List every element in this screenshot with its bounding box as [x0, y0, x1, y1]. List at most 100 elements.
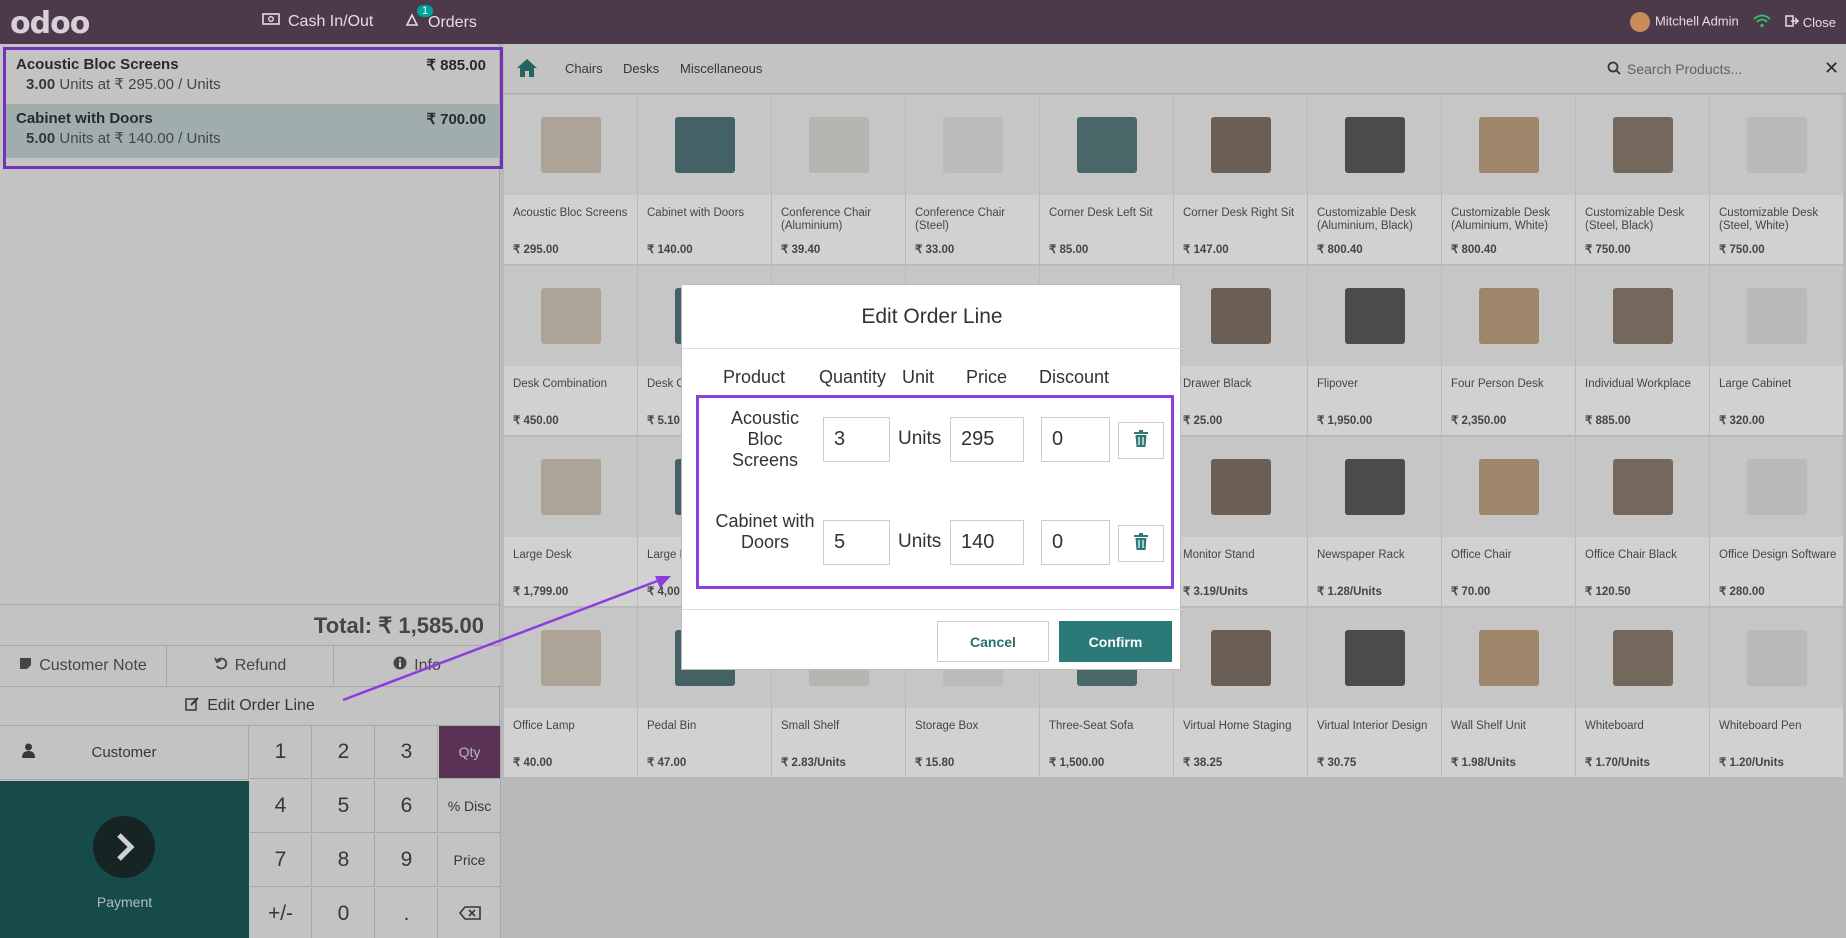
product-price: ₹ 33.00: [915, 244, 955, 256]
numpad-key-0[interactable]: 0: [313, 888, 375, 938]
product-image: [504, 437, 637, 537]
product-card[interactable]: Whiteboard Pen ₹ 1.20/Units: [1710, 608, 1843, 777]
product-card[interactable]: Newspaper Rack ₹ 1.28/Units: [1308, 437, 1441, 606]
product-card[interactable]: Large Cabinet ₹ 320.00: [1710, 266, 1843, 435]
orders-button[interactable]: 1 Orders: [404, 5, 477, 33]
product-card[interactable]: Conference Chair (Aluminium) ₹ 39.40: [772, 95, 905, 264]
quantity-input[interactable]: 5: [823, 520, 890, 565]
product-price: ₹ 4,00: [647, 586, 680, 598]
product-price: ₹ 40.00: [513, 757, 553, 769]
product-card[interactable]: Monitor Stand ₹ 3.19/Units: [1174, 437, 1307, 606]
sign-out-icon: [1785, 14, 1799, 31]
product-card[interactable]: Customizable Desk (Aluminium, White) ₹ 80…: [1442, 95, 1575, 264]
product-card[interactable]: Large Desk ₹ 1,799.00: [504, 437, 637, 606]
clear-search-icon[interactable]: ✕: [1824, 58, 1839, 79]
order-line[interactable]: Acoustic Bloc Screens ₹ 885.00 3.00 Unit…: [6, 50, 500, 104]
numpad-key-7[interactable]: 7: [250, 834, 312, 887]
cash-in-out-button[interactable]: Cash In/Out: [262, 12, 373, 31]
product-card[interactable]: Conference Chair (Steel) ₹ 33.00: [906, 95, 1039, 264]
numpad-key-dot[interactable]: .: [376, 888, 438, 938]
confirm-button[interactable]: Confirm: [1059, 621, 1172, 662]
product-image: [1576, 437, 1709, 537]
product-name: Virtual Home Staging: [1183, 720, 1292, 732]
delete-line-button[interactable]: [1118, 422, 1164, 459]
customer-note-button[interactable]: Customer Note: [0, 646, 167, 685]
payment-button[interactable]: Payment: [0, 781, 249, 938]
discount-input[interactable]: 0: [1041, 417, 1110, 462]
numpad-key-9[interactable]: 9: [376, 834, 438, 887]
numpad-key-plus-minus[interactable]: +/-: [250, 888, 312, 938]
note-icon: [19, 657, 32, 675]
product-card[interactable]: Acoustic Bloc Screens ₹ 295.00: [504, 95, 637, 264]
product-card[interactable]: Office Design Software ₹ 280.00: [1710, 437, 1843, 606]
category-miscellaneous[interactable]: Miscellaneous: [680, 61, 762, 76]
product-name: Conference Chair (Steel): [915, 207, 1006, 232]
product-card[interactable]: Drawer Black ₹ 25.00: [1174, 266, 1307, 435]
undo-icon: [213, 656, 228, 675]
close-button[interactable]: Close: [1785, 14, 1836, 31]
product-card[interactable]: Customizable Desk (Steel, White) ₹ 750.00: [1710, 95, 1843, 264]
edit-order-line-button[interactable]: Edit Order Line: [0, 686, 500, 724]
product-card[interactable]: Corner Desk Right Sit ₹ 147.00: [1174, 95, 1307, 264]
search-box[interactable]: Search Products...: [1599, 52, 1839, 86]
category-chairs[interactable]: Chairs: [565, 61, 603, 76]
customer-button[interactable]: Customer: [0, 726, 249, 780]
search-input[interactable]: Search Products...: [1627, 61, 1742, 77]
order-line-selected[interactable]: Cabinet with Doors ₹ 700.00 5.00 Units a…: [6, 104, 500, 158]
order-line-name: Acoustic Bloc Screens: [16, 56, 179, 73]
product-name: Virtual Interior Design: [1317, 720, 1428, 732]
product-card[interactable]: Virtual Interior Design ₹ 30.75: [1308, 608, 1441, 777]
product-card[interactable]: Desk Combination ₹ 450.00: [504, 266, 637, 435]
product-image: [1576, 266, 1709, 366]
product-image: [638, 95, 771, 195]
product-card[interactable]: Office Chair ₹ 70.00: [1442, 437, 1575, 606]
numpad-key-6[interactable]: 6: [376, 780, 438, 833]
price-mode-button[interactable]: Price: [439, 834, 501, 887]
product-card[interactable]: Corner Desk Left Sit ₹ 85.00: [1040, 95, 1173, 264]
product-card[interactable]: Customizable Desk (Steel, Black) ₹ 750.00: [1576, 95, 1709, 264]
product-card[interactable]: Virtual Home Staging ₹ 38.25: [1174, 608, 1307, 777]
discount-mode-button[interactable]: % Disc: [439, 780, 501, 833]
order-lines: Acoustic Bloc Screens ₹ 885.00 3.00 Unit…: [3, 47, 503, 169]
product-price: ₹ 800.40: [1451, 244, 1497, 256]
refund-button[interactable]: Refund: [167, 646, 334, 685]
numpad-key-2[interactable]: 2: [313, 726, 375, 779]
product-card[interactable]: Office Chair Black ₹ 120.50: [1576, 437, 1709, 606]
product-card[interactable]: Flipover ₹ 1,950.00: [1308, 266, 1441, 435]
product-card[interactable]: Individual Workplace ₹ 885.00: [1576, 266, 1709, 435]
top-bar: odoo Cash In/Out 1 Orders Mitchell Admin…: [0, 0, 1846, 44]
order-line-detail: Units at ₹ 295.00 / Units: [59, 76, 221, 93]
order-line-price: ₹ 700.00: [426, 111, 486, 128]
numpad-key-4[interactable]: 4: [250, 780, 312, 833]
user-menu[interactable]: Mitchell Admin: [1629, 12, 1739, 32]
product-card[interactable]: Cabinet with Doors ₹ 140.00: [638, 95, 771, 264]
numpad-key-3[interactable]: 3: [376, 726, 438, 779]
product-card[interactable]: Four Person Desk ₹ 2,350.00: [1442, 266, 1575, 435]
home-icon[interactable]: [516, 58, 538, 83]
product-price: ₹ 39.40: [781, 244, 821, 256]
product-card[interactable]: Whiteboard ₹ 1.70/Units: [1576, 608, 1709, 777]
info-button[interactable]: Info: [334, 646, 500, 685]
price-input[interactable]: 295: [950, 417, 1024, 462]
product-name: Flipover: [1317, 378, 1358, 390]
numpad-key-8[interactable]: 8: [313, 834, 375, 887]
discount-input[interactable]: 0: [1041, 520, 1110, 565]
category-desks[interactable]: Desks: [623, 61, 659, 76]
quantity-input[interactable]: 3: [823, 417, 890, 462]
backspace-button[interactable]: [439, 888, 501, 938]
product-card[interactable]: Wall Shelf Unit ₹ 1.98/Units: [1442, 608, 1575, 777]
price-input[interactable]: 140: [950, 520, 1024, 565]
line-product-name: Acoustic Bloc Screens: [730, 408, 800, 470]
product-card[interactable]: Customizable Desk (Aluminium, Black) ₹ 80…: [1308, 95, 1441, 264]
product-image: [1174, 95, 1307, 195]
product-card[interactable]: Office Lamp ₹ 40.00: [504, 608, 637, 777]
numpad-key-5[interactable]: 5: [313, 780, 375, 833]
product-image: [504, 608, 637, 708]
delete-line-button[interactable]: [1118, 525, 1164, 562]
product-image: [1040, 95, 1173, 195]
product-price: ₹ 295.00: [513, 244, 559, 256]
cancel-button[interactable]: Cancel: [937, 621, 1049, 662]
qty-mode-button[interactable]: Qty: [439, 726, 501, 779]
numpad-key-1[interactable]: 1: [250, 726, 312, 779]
product-name: Office Chair Black: [1585, 549, 1677, 561]
